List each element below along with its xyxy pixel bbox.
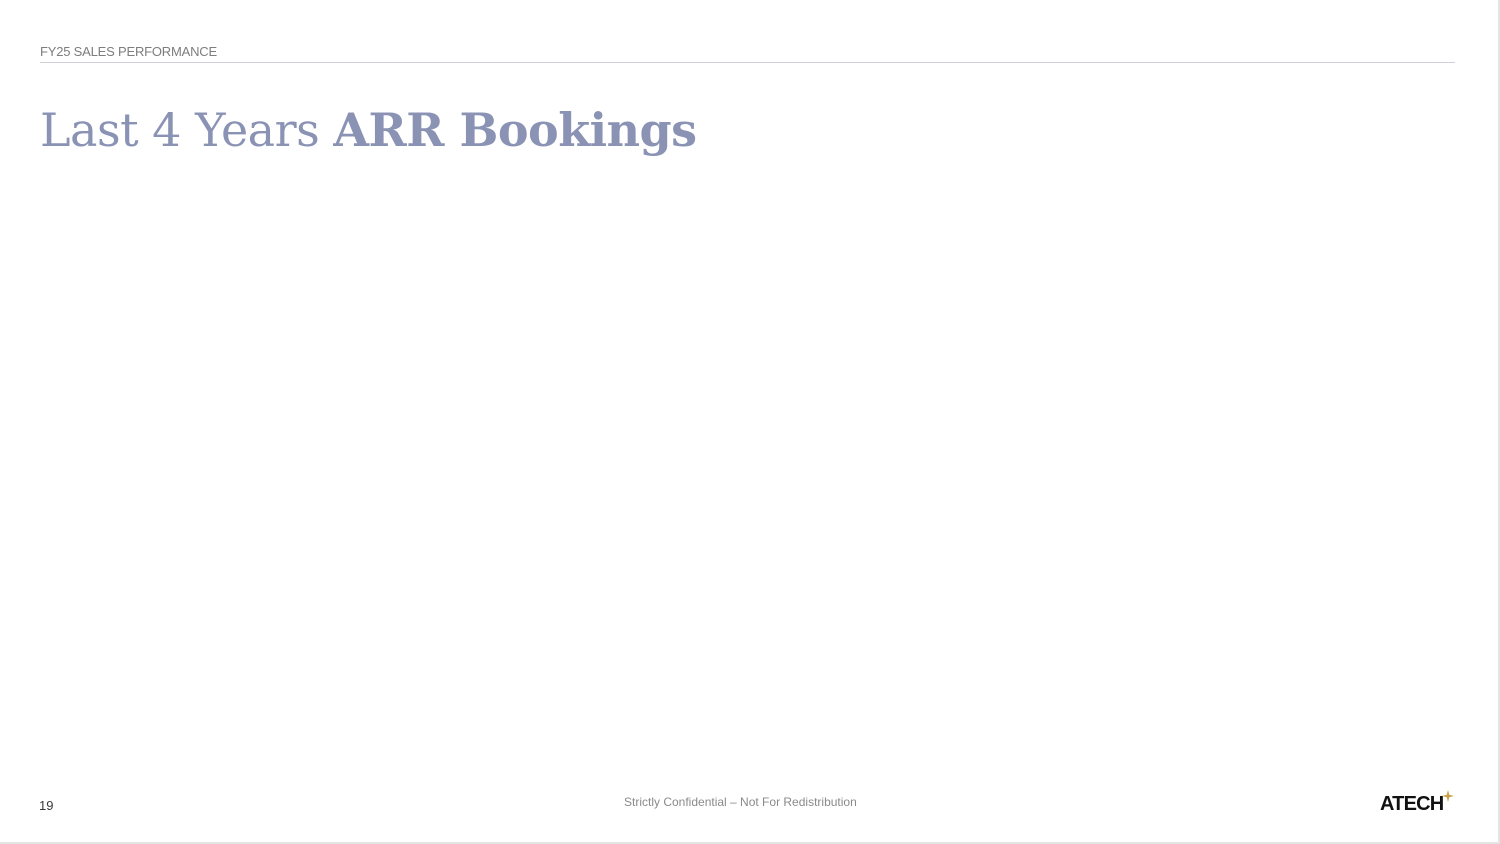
title-bold-part: ARR Bookings bbox=[333, 103, 697, 157]
section-label: FY25 SALES PERFORMANCE bbox=[40, 44, 217, 59]
slide: FY25 SALES PERFORMANCE Last 4 Years ARR … bbox=[0, 0, 1500, 844]
title-light-part: Last 4 Years bbox=[40, 103, 334, 157]
slide-title: Last 4 Years ARR Bookings bbox=[40, 100, 697, 160]
four-point-star-icon bbox=[1442, 790, 1454, 802]
company-logo: ATECH bbox=[1380, 790, 1460, 820]
page-number: 19 bbox=[39, 798, 54, 813]
header-divider bbox=[40, 62, 1455, 63]
logo-wordmark: ATECH bbox=[1380, 793, 1444, 815]
confidential-notice: Strictly Confidential – Not For Redistri… bbox=[624, 795, 857, 809]
